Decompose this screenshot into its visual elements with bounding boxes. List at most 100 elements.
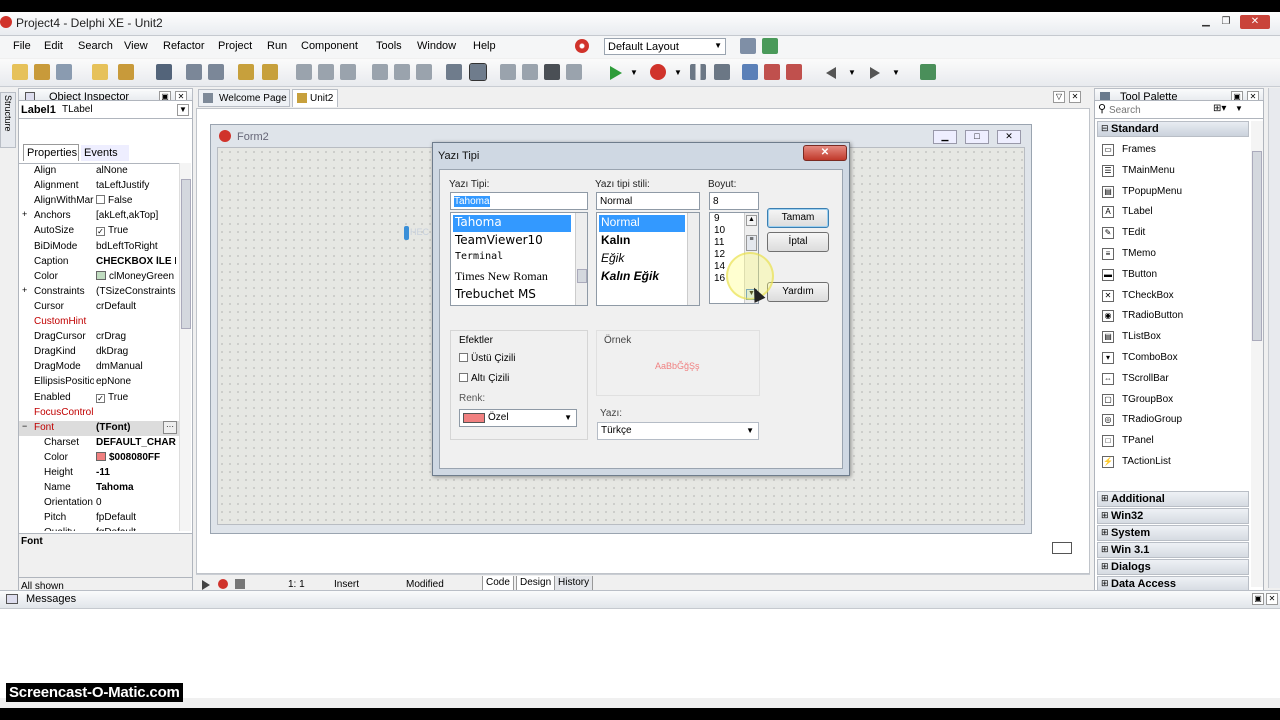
- property-row[interactable]: Alignment taLeftJustify: [19, 179, 179, 194]
- property-row[interactable]: Caption CHECKBOX İLE F: [19, 255, 179, 270]
- align-right-icon[interactable]: [318, 64, 334, 80]
- palette-item[interactable]: ▤ TListBox: [1100, 328, 1250, 348]
- font-option[interactable]: Trebuchet MS: [453, 287, 536, 304]
- font-name-field[interactable]: Tahoma: [450, 192, 588, 210]
- set-debug-desktop-icon[interactable]: [762, 38, 778, 54]
- style-option[interactable]: Kalın Eğik: [599, 269, 659, 286]
- help-button[interactable]: Yardım: [767, 282, 829, 302]
- maximize-button[interactable]: ❐: [1218, 15, 1234, 29]
- palette-item[interactable]: A TLabel: [1100, 203, 1250, 223]
- menu-refactor[interactable]: Refactor: [163, 40, 205, 52]
- save-icon[interactable]: [56, 64, 72, 80]
- tab-order-icon[interactable]: [566, 64, 582, 80]
- property-value[interactable]: ✓ True: [96, 392, 176, 403]
- expand-icon[interactable]: −: [22, 421, 27, 431]
- property-value[interactable]: [akLeft,akTop]: [96, 210, 176, 221]
- checkbox-icon[interactable]: ✓: [96, 393, 105, 403]
- color-select[interactable]: Özel ▼: [459, 409, 577, 427]
- palette-item[interactable]: ☰ TMainMenu: [1100, 162, 1250, 182]
- palette-item[interactable]: ▾ TComboBox: [1100, 349, 1250, 369]
- property-row[interactable]: QualityfqDefault: [19, 526, 179, 531]
- property-value[interactable]: epNone: [96, 376, 176, 387]
- property-value[interactable]: CHECKBOX İLE F: [96, 256, 176, 267]
- menu-tools[interactable]: Tools: [376, 40, 402, 52]
- tab-welcome-page[interactable]: Welcome Page: [198, 89, 290, 107]
- property-value[interactable]: alNone: [96, 165, 176, 176]
- property-grid-scrollbar[interactable]: [179, 163, 191, 531]
- back-chevron-icon[interactable]: ▼: [848, 68, 856, 77]
- tab-properties[interactable]: Properties: [23, 144, 79, 161]
- property-row[interactable]: AutoSize ✓ True: [19, 224, 179, 239]
- record-macro-icon[interactable]: [218, 579, 228, 589]
- close-button[interactable]: ✕: [1240, 15, 1270, 29]
- property-row[interactable]: Color $008080FF: [19, 451, 179, 466]
- property-value[interactable]: taLeftJustify: [96, 180, 176, 191]
- style-option[interactable]: Kalın: [599, 233, 630, 250]
- property-value[interactable]: DEFAULT_CHAR: [96, 437, 176, 448]
- component-icon[interactable]: [920, 64, 936, 80]
- size-icon[interactable]: [500, 64, 516, 80]
- scroll-thumb[interactable]: [181, 179, 191, 329]
- category-standard[interactable]: ⊟ Standard: [1097, 121, 1249, 137]
- form-close-button[interactable]: ✕: [997, 130, 1021, 144]
- selection-handle[interactable]: [404, 226, 409, 240]
- ellipsis-button[interactable]: ···: [163, 420, 177, 434]
- property-row[interactable]: DragCursor crDrag: [19, 330, 179, 345]
- scroll-up-icon[interactable]: ▲: [746, 215, 757, 226]
- strike-checkbox[interactable]: Üstü Çizili: [459, 353, 515, 364]
- palette-item[interactable]: □ TPanel: [1100, 432, 1250, 452]
- property-row[interactable]: Orientation 0: [19, 496, 179, 511]
- palette-item[interactable]: ⇔ TScrollBar: [1100, 370, 1250, 390]
- tab-list-icon[interactable]: ▽: [1053, 91, 1065, 103]
- expand-icon[interactable]: +: [22, 285, 27, 295]
- trace-into-icon[interactable]: [764, 64, 780, 80]
- palette-options-icon[interactable]: ⊞▾: [1213, 103, 1226, 114]
- property-row[interactable]: DragMode dmManual: [19, 360, 179, 375]
- style-option[interactable]: Eğik: [599, 251, 624, 268]
- scroll-thumb[interactable]: ≡: [746, 235, 757, 251]
- new-items-icon[interactable]: [92, 64, 108, 80]
- property-value[interactable]: Tahoma: [96, 482, 176, 493]
- property-row[interactable]: Charset DEFAULT_CHAR: [19, 436, 179, 451]
- palette-item[interactable]: ▤ TPopupMenu: [1100, 183, 1250, 203]
- property-row[interactable]: Name Tahoma: [19, 481, 179, 496]
- tab-history[interactable]: History: [554, 576, 594, 591]
- palette-item[interactable]: ⚡ TActionList: [1100, 453, 1250, 473]
- font-option[interactable]: Terminal: [453, 251, 503, 268]
- tab-events[interactable]: Events: [81, 145, 129, 161]
- property-row[interactable]: Align alNone: [19, 164, 179, 179]
- palette-item[interactable]: ◉ TRadioButton: [1100, 307, 1250, 327]
- send-back-icon[interactable]: [544, 64, 560, 80]
- property-value[interactable]: dmManual: [96, 361, 176, 372]
- property-value[interactable]: clMoneyGreen: [96, 270, 176, 282]
- property-row[interactable]: EllipsisPositionepNone: [19, 375, 179, 390]
- style-option[interactable]: Normal: [599, 215, 685, 232]
- property-value[interactable]: fpDefault: [96, 512, 176, 523]
- size-option[interactable]: 11: [712, 237, 724, 249]
- run-without-debug-chevron-icon[interactable]: ▼: [674, 68, 682, 77]
- palette-item[interactable]: ▬ TButton: [1100, 266, 1250, 286]
- underline-checkbox[interactable]: Altı Çizili: [459, 373, 509, 384]
- menu-file[interactable]: File: [13, 40, 31, 52]
- size-option[interactable]: 10: [712, 225, 725, 237]
- dialog-close-button[interactable]: ✕: [803, 145, 847, 161]
- size-option[interactable]: 12: [712, 249, 725, 261]
- font-style-field[interactable]: Normal: [596, 192, 700, 210]
- layout-select[interactable]: Default Layout ▼: [604, 38, 726, 55]
- cancel-button[interactable]: İptal: [767, 232, 829, 252]
- label1[interactable]: HEC: [404, 226, 430, 240]
- size-option[interactable]: 14: [712, 261, 725, 273]
- view-form-icon[interactable]: [262, 64, 278, 80]
- menu-search[interactable]: Search: [78, 40, 113, 52]
- property-value[interactable]: False: [96, 195, 176, 206]
- property-value[interactable]: $008080FF: [96, 451, 176, 463]
- save-desktop-icon[interactable]: [740, 38, 756, 54]
- menu-edit[interactable]: Edit: [44, 40, 63, 52]
- menu-component[interactable]: Component: [301, 40, 358, 52]
- palette-item[interactable]: ▢ TGroupBox: [1100, 391, 1250, 411]
- size-option[interactable]: 9: [712, 213, 720, 225]
- font-name-list[interactable]: Tahoma TeamViewer10 Terminal Times New R…: [450, 212, 588, 306]
- menu-window[interactable]: Window: [417, 40, 456, 52]
- step-over-icon[interactable]: [786, 64, 802, 80]
- step-icon[interactable]: [742, 64, 758, 80]
